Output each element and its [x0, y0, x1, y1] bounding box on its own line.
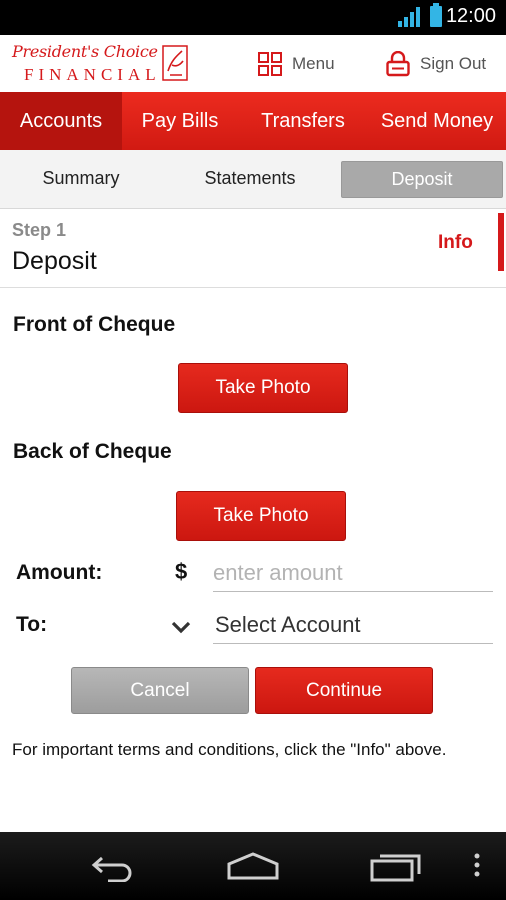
tab-send-money[interactable]: Send Money — [368, 92, 506, 150]
page-title: Deposit — [12, 247, 97, 275]
grid-menu-icon — [258, 52, 282, 76]
sub-nav: Summary Statements Deposit — [0, 150, 506, 209]
home-icon[interactable] — [226, 850, 280, 882]
logo-script-text: President's Choice — [12, 42, 158, 61]
pc-financial-logo[interactable]: President's Choice FINANCIAL — [12, 42, 192, 87]
to-label: To: — [16, 613, 48, 636]
back-cheque-heading: Back of Cheque — [13, 440, 172, 463]
account-select[interactable]: Select Account — [213, 607, 493, 644]
step-number: Step 1 — [12, 220, 67, 240]
main-nav: Accounts Pay Bills Transfers Send Money — [0, 92, 506, 150]
battery-icon — [430, 3, 442, 27]
logo-financial-text: FINANCIAL — [24, 65, 161, 84]
signal-icon — [398, 7, 420, 27]
menu-button[interactable]: Menu — [258, 49, 335, 79]
system-nav-bar — [0, 832, 506, 900]
tab-accounts[interactable]: Accounts — [0, 92, 122, 150]
tab-transfers[interactable]: Transfers — [238, 92, 368, 150]
info-accent-bar — [498, 213, 504, 271]
subtab-deposit[interactable]: Deposit — [341, 161, 503, 198]
currency-symbol: $ — [175, 559, 188, 584]
terms-text: For important terms and conditions, clic… — [12, 740, 447, 759]
sign-out-label: Sign Out — [420, 54, 487, 73]
cancel-button[interactable]: Cancel — [71, 667, 249, 714]
menu-label: Menu — [292, 54, 335, 73]
back-icon[interactable] — [88, 850, 136, 882]
status-bar: 12:00 — [0, 0, 506, 35]
back-take-photo-button[interactable]: Take Photo — [176, 491, 346, 541]
front-cheque-heading: Front of Cheque — [13, 313, 176, 336]
front-take-photo-button[interactable]: Take Photo — [178, 363, 348, 413]
chevron-down-icon[interactable] — [170, 618, 192, 636]
logo-mark-icon — [162, 45, 188, 81]
continue-button[interactable]: Continue — [255, 667, 433, 714]
amount-input[interactable] — [213, 555, 493, 592]
info-link[interactable]: Info — [438, 232, 473, 254]
recent-apps-icon[interactable] — [370, 850, 422, 882]
step-header: Step 1 Deposit Info — [0, 209, 506, 288]
amount-label: Amount: — [16, 561, 103, 584]
clock: 12:00 — [445, 5, 496, 27]
tab-pay-bills[interactable]: Pay Bills — [122, 92, 238, 150]
lock-icon — [386, 51, 410, 77]
subtab-summary[interactable]: Summary — [0, 161, 162, 196]
app-header: President's Choice FINANCIAL Menu Sign O… — [0, 35, 506, 92]
sign-out-button[interactable]: Sign Out — [386, 49, 486, 79]
subtab-statements[interactable]: Statements — [168, 161, 332, 196]
overflow-menu-icon[interactable] — [472, 850, 482, 882]
